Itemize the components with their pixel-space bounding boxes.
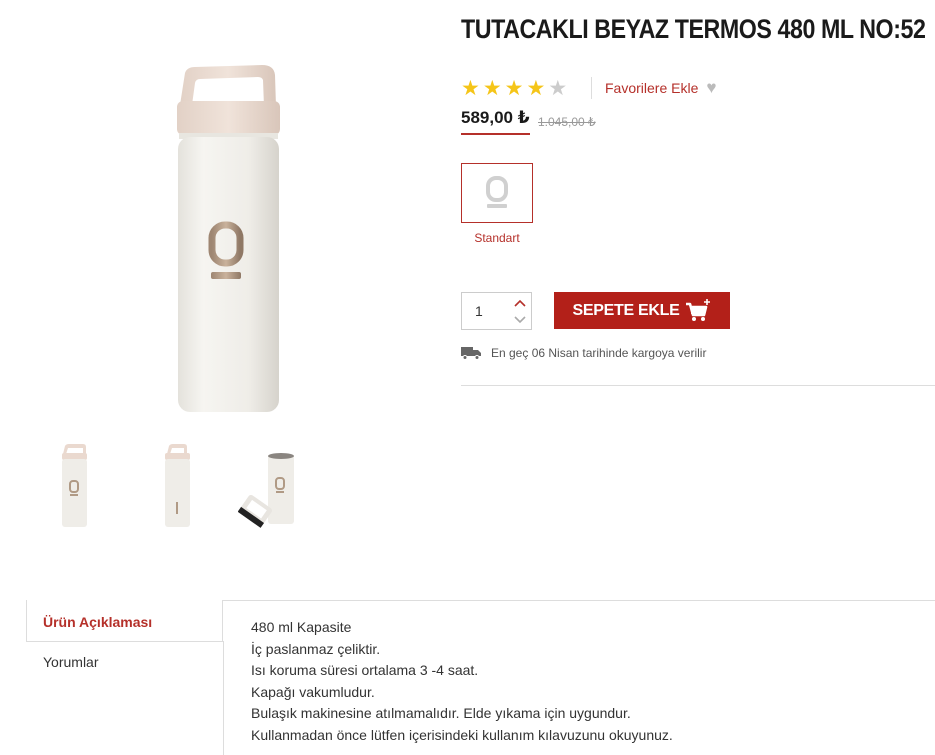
tab-column-border xyxy=(223,641,224,755)
favorite-label: Favorilere Ekle xyxy=(605,80,699,96)
rating-divider xyxy=(591,77,592,99)
quantity-decrease-button[interactable] xyxy=(508,311,532,328)
section-divider xyxy=(461,385,935,386)
old-price: 1.045,00 ₺ xyxy=(538,115,596,129)
description-line: İç paslanmaz çeliktir. xyxy=(251,640,381,657)
chevron-up-icon xyxy=(514,299,526,307)
variant-logo-icon xyxy=(486,176,508,208)
star-filled-icon: ★ xyxy=(461,77,480,100)
add-to-cart-button[interactable]: SEPETE EKLE xyxy=(554,292,730,329)
description-line: Kullanmadan önce lütfen içerisindeki kul… xyxy=(251,726,673,743)
add-to-favorites-link[interactable]: Favorilere Ekle ♥ xyxy=(605,78,717,97)
heart-icon: ♥ xyxy=(706,78,717,97)
star-empty-icon: ★ xyxy=(548,77,568,100)
truck-icon xyxy=(461,347,481,360)
thumbnail-1[interactable] xyxy=(30,440,120,532)
product-description: 480 ml Kapasite İç paslanmaz çeliktir. I… xyxy=(251,617,673,746)
quantity-stepper xyxy=(461,292,532,330)
description-line: Isı koruma süresi ortalama 3 -4 saat. xyxy=(251,662,479,678)
tab-product-description[interactable]: Ürün Açıklaması xyxy=(43,614,152,630)
star-filled-icon: ★ xyxy=(482,77,502,100)
tab-separator xyxy=(26,641,223,642)
shipping-info: En geç 06 Nisan tarihinde kargoya verili… xyxy=(461,346,706,360)
thumbnail-3[interactable] xyxy=(238,440,328,532)
description-line: Kapağı vakumludur. xyxy=(251,683,375,700)
variant-label: Standart xyxy=(474,231,520,245)
product-main-image[interactable] xyxy=(150,55,310,420)
star-filled-icon: ★ xyxy=(504,77,524,100)
description-line: Bulaşık makinesine atılmamalıdır. Elde y… xyxy=(251,705,631,721)
current-price: 589,00 ₺ xyxy=(461,108,530,135)
quantity-input[interactable] xyxy=(462,293,506,329)
product-title: TUTACAKLI BEYAZ TERMOS 480 ML NO:52 xyxy=(461,14,926,44)
tab-reviews[interactable]: Yorumlar xyxy=(43,654,99,670)
chevron-down-icon xyxy=(514,315,526,323)
variant-option-standart[interactable] xyxy=(461,163,533,223)
thumbnail-2[interactable] xyxy=(134,440,224,532)
star-filled-icon: ★ xyxy=(526,77,546,100)
add-to-cart-label: SEPETE EKLE xyxy=(572,301,680,319)
description-line: 480 ml Kapasite xyxy=(251,619,352,635)
rating-stars: ★ ★ ★ ★ ★ xyxy=(461,78,567,99)
shipping-text: En geç 06 Nisan tarihinde kargoya verili… xyxy=(491,346,707,360)
cart-plus-icon xyxy=(686,298,711,321)
quantity-increase-button[interactable] xyxy=(508,294,532,311)
